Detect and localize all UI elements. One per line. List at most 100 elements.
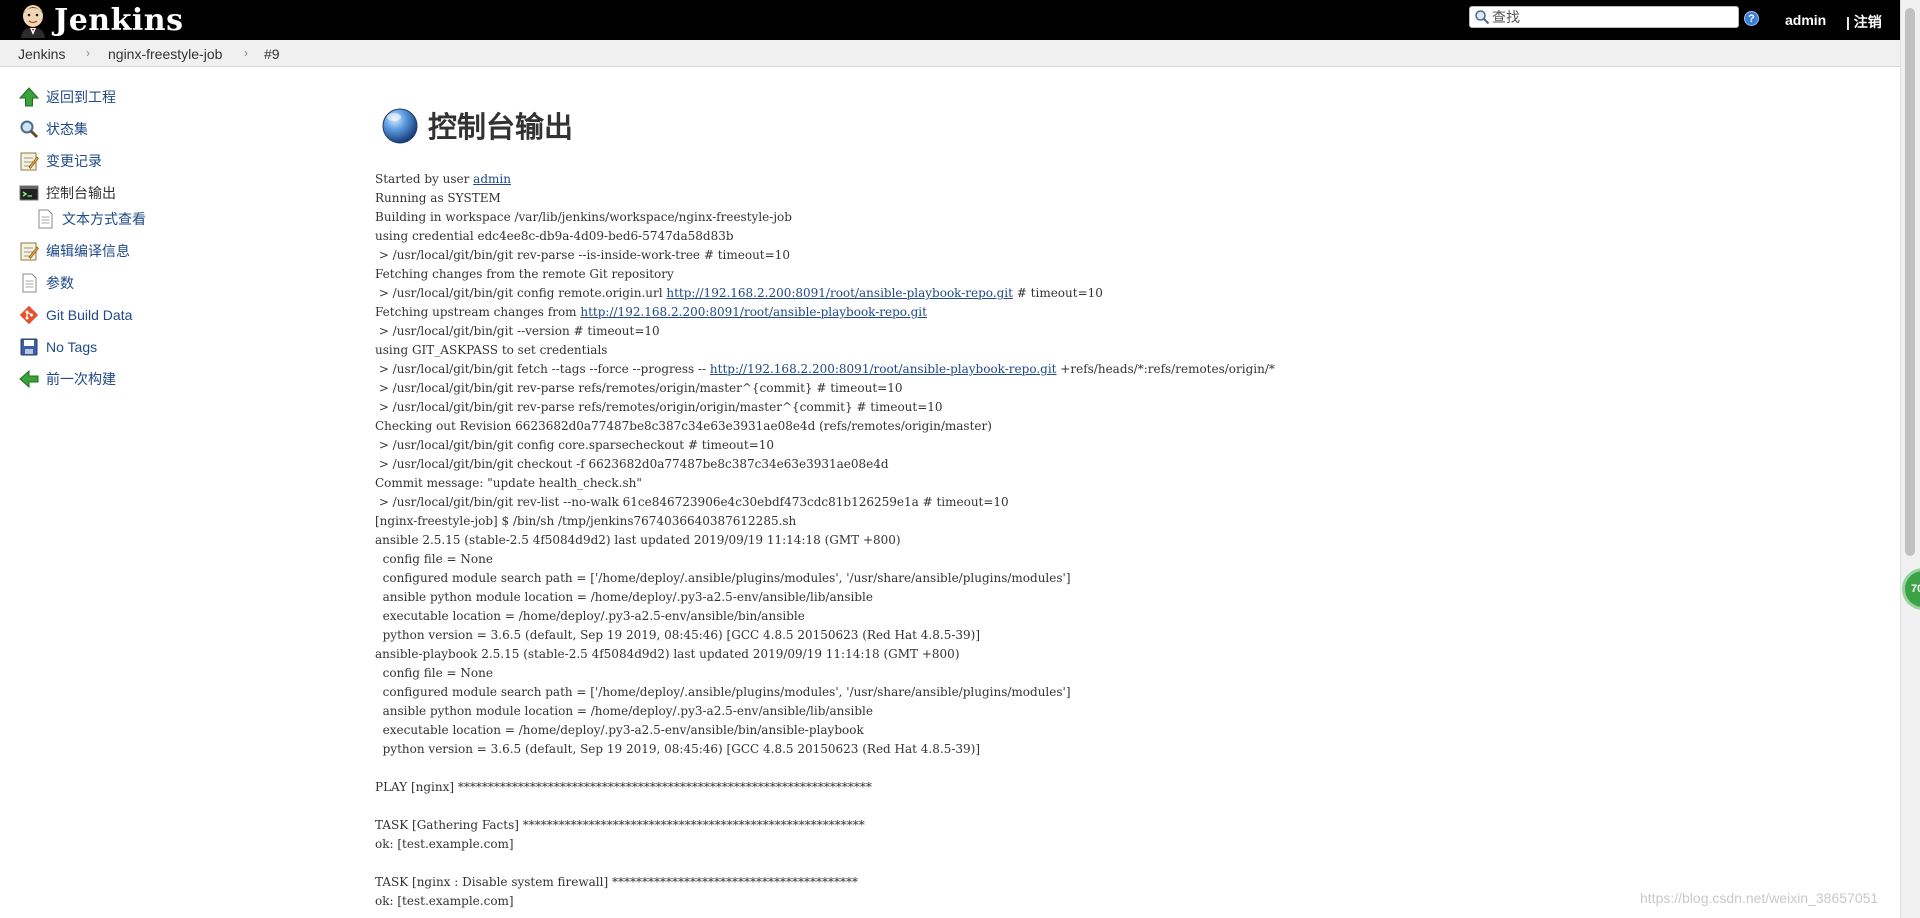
sidebar-item-label[interactable]: 控制台输出 bbox=[46, 183, 116, 203]
console-line: ansible 2.5.15 (stable-2.5 4f5084d9d2) l… bbox=[375, 531, 1275, 550]
vertical-scrollbar[interactable] bbox=[1900, 0, 1920, 918]
console-link[interactable]: http://192.168.2.200:8091/root/ansible-p… bbox=[710, 362, 1057, 376]
logout-link[interactable]: | 注销 bbox=[1846, 12, 1882, 32]
logo-text: Jenkins bbox=[54, 2, 184, 38]
console-line: Fetching changes from the remote Git rep… bbox=[375, 265, 1275, 284]
sidebar-item-console-output[interactable]: 控制台输出 bbox=[18, 182, 116, 204]
console-text: python version = 3.6.5 (default, Sep 19 … bbox=[375, 742, 981, 756]
console-line: [nginx-freestyle-job] $ /bin/sh /tmp/jen… bbox=[375, 512, 1275, 531]
console-text: PLAY [nginx] ***************************… bbox=[375, 780, 872, 794]
console-line: executable location = /home/deploy/.py3-… bbox=[375, 607, 1275, 626]
sidebar-item-label[interactable]: 参数 bbox=[46, 273, 74, 293]
sidebar-item-label[interactable]: 文本方式查看 bbox=[62, 209, 146, 229]
help-icon[interactable]: ? bbox=[1744, 11, 1759, 26]
console-line: > /usr/local/git/bin/git fetch --tags --… bbox=[375, 360, 1275, 379]
console-text: configured module search path = ['/home/… bbox=[375, 571, 1071, 585]
console-line: ok: [test.example.com] bbox=[375, 835, 1275, 854]
breadcrumb-build[interactable]: #9 bbox=[264, 46, 280, 62]
console-text: Fetching changes from the remote Git rep… bbox=[375, 267, 674, 281]
sidebar-item-label[interactable]: No Tags bbox=[46, 339, 97, 355]
console-text: Running as SYSTEM bbox=[375, 191, 501, 205]
console-line: Running as SYSTEM bbox=[375, 189, 1275, 208]
sidebar-item-label[interactable]: 前一次构建 bbox=[46, 369, 116, 389]
console-line: Building in workspace /var/lib/jenkins/w… bbox=[375, 208, 1275, 227]
console-line: executable location = /home/deploy/.py3-… bbox=[375, 721, 1275, 740]
jenkins-logo[interactable]: Jenkins bbox=[18, 2, 183, 38]
console-line: config file = None bbox=[375, 664, 1275, 683]
console-text: ok: [test.example.com] bbox=[375, 894, 514, 908]
console-line: > /usr/local/git/bin/git rev-parse --is-… bbox=[375, 246, 1275, 265]
sidebar-item-changes[interactable]: 变更记录 bbox=[18, 150, 102, 172]
breadcrumb-job[interactable]: nginx-freestyle-job bbox=[108, 46, 222, 62]
sidebar-item-previous-build[interactable]: 前一次构建 bbox=[18, 368, 116, 390]
sidebar-item-label[interactable]: 状态集 bbox=[46, 119, 88, 139]
console-line: configured module search path = ['/home/… bbox=[375, 569, 1275, 588]
sidebar-item-label[interactable]: 编辑编译信息 bbox=[46, 241, 130, 261]
console-line: > /usr/local/git/bin/git rev-list --no-w… bbox=[375, 493, 1275, 512]
console-text: ansible python module location = /home/d… bbox=[375, 704, 873, 718]
user-link[interactable]: admin bbox=[1785, 12, 1826, 28]
console-link[interactable]: http://192.168.2.200:8091/root/ansible-p… bbox=[666, 286, 1013, 300]
console-text: [nginx-freestyle-job] $ /bin/sh /tmp/jen… bbox=[375, 514, 797, 528]
console-text: python version = 3.6.5 (default, Sep 19 … bbox=[375, 628, 981, 642]
console-text: config file = None bbox=[375, 666, 493, 680]
sidebar-item-back-to-project[interactable]: 返回到工程 bbox=[18, 86, 116, 108]
console-text: > /usr/local/git/bin/git rev-parse refs/… bbox=[375, 400, 943, 414]
breadcrumb-jenkins[interactable]: Jenkins bbox=[18, 46, 65, 62]
console-line: configured module search path = ['/home/… bbox=[375, 683, 1275, 702]
console-line: > /usr/local/git/bin/git config core.spa… bbox=[375, 436, 1275, 455]
sidebar-item-parameters[interactable]: 参数 bbox=[18, 272, 74, 294]
notepad-icon bbox=[18, 240, 40, 262]
save-icon bbox=[18, 336, 40, 358]
search-box[interactable] bbox=[1469, 6, 1739, 28]
sidebar-item-label[interactable]: Git Build Data bbox=[46, 307, 132, 323]
sidebar-item-git-build-data[interactable]: Git Build Data bbox=[18, 304, 132, 326]
console-line: ok: [test.example.com] bbox=[375, 892, 1275, 911]
console-line: ansible python module location = /home/d… bbox=[375, 588, 1275, 607]
search-icon bbox=[1475, 10, 1490, 25]
console-text: +refs/heads/*:refs/remotes/origin/* bbox=[1056, 362, 1275, 376]
console-text: using credential edc4ee8c-db9a-4d09-bed6… bbox=[375, 229, 734, 243]
console-line: using credential edc4ee8c-db9a-4d09-bed6… bbox=[375, 227, 1275, 246]
console-text: Building in workspace /var/lib/jenkins/w… bbox=[375, 210, 792, 224]
console-link[interactable]: http://192.168.2.200:8091/root/ansible-p… bbox=[580, 305, 927, 319]
console-line: python version = 3.6.5 (default, Sep 19 … bbox=[375, 740, 1275, 759]
console-line: > /usr/local/git/bin/git rev-parse refs/… bbox=[375, 398, 1275, 417]
console-line: config file = None bbox=[375, 550, 1275, 569]
sidebar-item-status[interactable]: 状态集 bbox=[18, 118, 88, 140]
console-text: TASK [Gathering Facts] *****************… bbox=[375, 818, 865, 832]
console-text: ansible-playbook 2.5.15 (stable-2.5 4f50… bbox=[375, 647, 960, 661]
sidebar-item-label[interactable]: 变更记录 bbox=[46, 151, 102, 171]
scrollbar-thumb[interactable] bbox=[1905, 8, 1915, 556]
console-line: ansible-playbook 2.5.15 (stable-2.5 4f50… bbox=[375, 645, 1275, 664]
console-text: executable location = /home/deploy/.py3-… bbox=[375, 723, 864, 737]
sidebar-item-label[interactable]: 返回到工程 bbox=[46, 87, 116, 107]
console-output: Started by user admin Running as SYSTEM Bu… bbox=[375, 170, 1275, 911]
console-text: > /usr/local/git/bin/git rev-parse --is-… bbox=[375, 248, 790, 262]
sidebar-item-view-as-text[interactable]: 文本方式查看 bbox=[34, 208, 146, 230]
console-text: TASK [nginx : Disable system firewall] *… bbox=[375, 875, 858, 889]
console-line: TASK [nginx : Disable system firewall] *… bbox=[375, 873, 1275, 892]
console-line: > /usr/local/git/bin/git config remote.o… bbox=[375, 284, 1275, 303]
console-text: configured module search path = ['/home/… bbox=[375, 685, 1071, 699]
console-text: using GIT_ASKPASS to set credentials bbox=[375, 343, 608, 357]
page-title-text: 控制台输出 bbox=[428, 112, 574, 144]
terminal-globe-icon bbox=[382, 108, 418, 144]
console-text: config file = None bbox=[375, 552, 493, 566]
console-text: > /usr/local/git/bin/git --version # tim… bbox=[375, 324, 660, 338]
console-link[interactable]: admin bbox=[473, 172, 511, 186]
sidebar-item-no-tags[interactable]: No Tags bbox=[18, 336, 97, 358]
console-line: python version = 3.6.5 (default, Sep 19 … bbox=[375, 626, 1275, 645]
watermark: https://blog.csdn.net/weixin_38657051 bbox=[1640, 890, 1879, 906]
breadcrumb: Jenkins › nginx-freestyle-job › #9 bbox=[0, 40, 1900, 67]
console-line: Started by user admin bbox=[375, 170, 1275, 189]
console-text: Commit message: "update health_check.sh" bbox=[375, 476, 642, 490]
console-line: Checking out Revision 6623682d0a77487be8… bbox=[375, 417, 1275, 436]
console-text: ok: [test.example.com] bbox=[375, 837, 514, 851]
search-input[interactable] bbox=[1490, 8, 1732, 26]
sidebar-item-edit-build-info[interactable]: 编辑编译信息 bbox=[18, 240, 130, 262]
console-line: Commit message: "update health_check.sh" bbox=[375, 474, 1275, 493]
